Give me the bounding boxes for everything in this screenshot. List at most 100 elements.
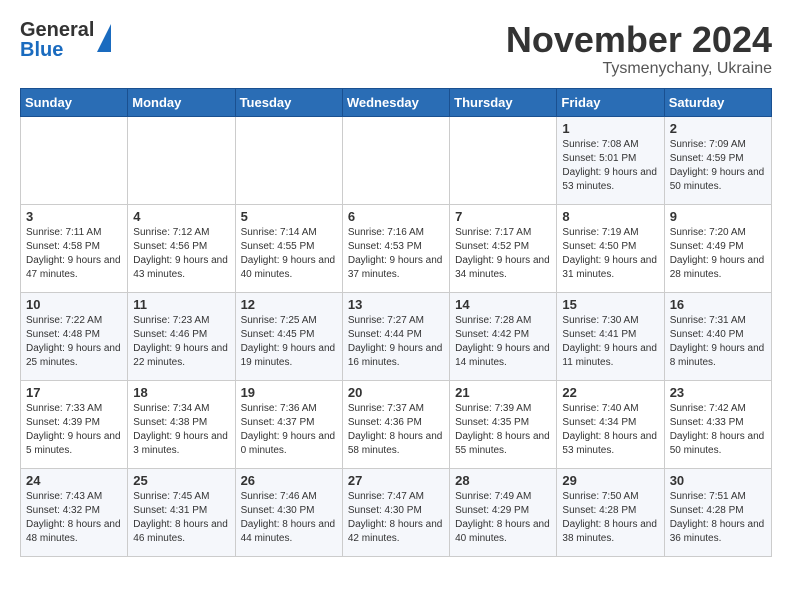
day-cell: 24 Sunrise: 7:43 AM Sunset: 4:32 PM Dayli… <box>21 468 128 556</box>
day-cell: 30Sunrise: 7:51 AM Sunset: 4:28 PM Dayli… <box>664 468 771 556</box>
day-number: 16 <box>670 297 766 312</box>
day-cell: 26 Sunrise: 7:46 AM Sunset: 4:30 PM Dayli… <box>235 468 342 556</box>
header-thursday: Thursday <box>450 88 557 116</box>
day-cell: 21Sunrise: 7:39 AM Sunset: 4:35 PM Dayli… <box>450 380 557 468</box>
day-cell: 4Sunrise: 7:12 AM Sunset: 4:56 PM Daylig… <box>128 204 235 292</box>
day-cell <box>342 116 449 204</box>
week-row-0: 1 Sunrise: 7:08 AM Sunset: 5:01 PM Daylig… <box>21 116 772 204</box>
day-info: Sunrise: 7:43 AM Sunset: 4:32 PM Dayligh… <box>26 490 122 546</box>
day-number: 25 <box>133 473 229 488</box>
day-cell: 11Sunrise: 7:23 AM Sunset: 4:46 PM Dayli… <box>128 292 235 380</box>
day-cell: 5 Sunrise: 7:14 AM Sunset: 4:55 PM Daylig… <box>235 204 342 292</box>
day-info: Sunrise: 7:36 AM Sunset: 4:37 PM Dayligh… <box>241 402 337 458</box>
day-number: 3 <box>26 209 122 224</box>
week-row-1: 3 Sunrise: 7:11 AM Sunset: 4:58 PM Daylig… <box>21 204 772 292</box>
day-info: Sunrise: 7:19 AM Sunset: 4:50 PM Dayligh… <box>562 226 658 282</box>
header-friday: Friday <box>557 88 664 116</box>
day-number: 7 <box>455 209 551 224</box>
day-number: 13 <box>348 297 444 312</box>
day-number: 23 <box>670 385 766 400</box>
day-info: Sunrise: 7:37 AM Sunset: 4:36 PM Dayligh… <box>348 402 444 458</box>
day-info: Sunrise: 7:09 AM Sunset: 4:59 PM Dayligh… <box>670 138 766 194</box>
day-cell: 6Sunrise: 7:16 AM Sunset: 4:53 PM Daylig… <box>342 204 449 292</box>
page-header: General Blue November 2024 Tysmenychany,… <box>20 20 772 78</box>
day-cell: 12 Sunrise: 7:25 AM Sunset: 4:45 PM Dayli… <box>235 292 342 380</box>
day-number: 5 <box>241 209 337 224</box>
day-info: Sunrise: 7:22 AM Sunset: 4:48 PM Dayligh… <box>26 314 122 370</box>
day-number: 20 <box>348 385 444 400</box>
day-cell: 15Sunrise: 7:30 AM Sunset: 4:41 PM Dayli… <box>557 292 664 380</box>
day-info: Sunrise: 7:08 AM Sunset: 5:01 PM Dayligh… <box>562 138 658 194</box>
day-cell: 16 Sunrise: 7:31 AM Sunset: 4:40 PM Dayli… <box>664 292 771 380</box>
day-cell: 28 Sunrise: 7:49 AM Sunset: 4:29 PM Dayli… <box>450 468 557 556</box>
day-cell: 27Sunrise: 7:47 AM Sunset: 4:30 PM Dayli… <box>342 468 449 556</box>
day-info: Sunrise: 7:28 AM Sunset: 4:42 PM Dayligh… <box>455 314 551 370</box>
week-row-3: 17Sunrise: 7:33 AM Sunset: 4:39 PM Dayli… <box>21 380 772 468</box>
day-info: Sunrise: 7:51 AM Sunset: 4:28 PM Dayligh… <box>670 490 766 546</box>
logo-icon <box>97 24 111 52</box>
day-cell: 20 Sunrise: 7:37 AM Sunset: 4:36 PM Dayli… <box>342 380 449 468</box>
day-cell: 3 Sunrise: 7:11 AM Sunset: 4:58 PM Daylig… <box>21 204 128 292</box>
day-info: Sunrise: 7:20 AM Sunset: 4:49 PM Dayligh… <box>670 226 766 282</box>
day-number: 6 <box>348 209 444 224</box>
header-monday: Monday <box>128 88 235 116</box>
day-info: Sunrise: 7:31 AM Sunset: 4:40 PM Dayligh… <box>670 314 766 370</box>
day-info: Sunrise: 7:40 AM Sunset: 4:34 PM Dayligh… <box>562 402 658 458</box>
day-cell: 9Sunrise: 7:20 AM Sunset: 4:49 PM Daylig… <box>664 204 771 292</box>
day-cell: 19Sunrise: 7:36 AM Sunset: 4:37 PM Dayli… <box>235 380 342 468</box>
day-info: Sunrise: 7:50 AM Sunset: 4:28 PM Dayligh… <box>562 490 658 546</box>
header-tuesday: Tuesday <box>235 88 342 116</box>
header-saturday: Saturday <box>664 88 771 116</box>
day-number: 4 <box>133 209 229 224</box>
week-row-2: 10 Sunrise: 7:22 AM Sunset: 4:48 PM Dayli… <box>21 292 772 380</box>
day-cell: 8 Sunrise: 7:19 AM Sunset: 4:50 PM Daylig… <box>557 204 664 292</box>
title-block: November 2024 Tysmenychany, Ukraine <box>506 20 772 78</box>
day-cell: 13 Sunrise: 7:27 AM Sunset: 4:44 PM Dayli… <box>342 292 449 380</box>
day-cell: 18 Sunrise: 7:34 AM Sunset: 4:38 PM Dayli… <box>128 380 235 468</box>
day-number: 29 <box>562 473 658 488</box>
day-cell: 10 Sunrise: 7:22 AM Sunset: 4:48 PM Dayli… <box>21 292 128 380</box>
day-info: Sunrise: 7:34 AM Sunset: 4:38 PM Dayligh… <box>133 402 229 458</box>
day-number: 18 <box>133 385 229 400</box>
logo: General Blue <box>20 20 111 60</box>
day-cell <box>128 116 235 204</box>
day-number: 10 <box>26 297 122 312</box>
day-info: Sunrise: 7:23 AM Sunset: 4:46 PM Dayligh… <box>133 314 229 370</box>
logo-general: General <box>20 20 94 40</box>
day-number: 12 <box>241 297 337 312</box>
location: Tysmenychany, Ukraine <box>506 60 772 78</box>
day-info: Sunrise: 7:49 AM Sunset: 4:29 PM Dayligh… <box>455 490 551 546</box>
day-cell <box>21 116 128 204</box>
day-number: 28 <box>455 473 551 488</box>
header-sunday: Sunday <box>21 88 128 116</box>
day-info: Sunrise: 7:47 AM Sunset: 4:30 PM Dayligh… <box>348 490 444 546</box>
day-info: Sunrise: 7:30 AM Sunset: 4:41 PM Dayligh… <box>562 314 658 370</box>
logo-name: General Blue <box>20 20 94 60</box>
day-cell <box>450 116 557 204</box>
day-info: Sunrise: 7:46 AM Sunset: 4:30 PM Dayligh… <box>241 490 337 546</box>
day-number: 1 <box>562 121 658 136</box>
day-number: 2 <box>670 121 766 136</box>
day-cell <box>235 116 342 204</box>
day-info: Sunrise: 7:39 AM Sunset: 4:35 PM Dayligh… <box>455 402 551 458</box>
day-info: Sunrise: 7:25 AM Sunset: 4:45 PM Dayligh… <box>241 314 337 370</box>
day-number: 17 <box>26 385 122 400</box>
day-info: Sunrise: 7:27 AM Sunset: 4:44 PM Dayligh… <box>348 314 444 370</box>
day-number: 8 <box>562 209 658 224</box>
day-number: 26 <box>241 473 337 488</box>
day-info: Sunrise: 7:14 AM Sunset: 4:55 PM Dayligh… <box>241 226 337 282</box>
day-cell: 1 Sunrise: 7:08 AM Sunset: 5:01 PM Daylig… <box>557 116 664 204</box>
day-cell: 25Sunrise: 7:45 AM Sunset: 4:31 PM Dayli… <box>128 468 235 556</box>
day-info: Sunrise: 7:42 AM Sunset: 4:33 PM Dayligh… <box>670 402 766 458</box>
day-cell: 22 Sunrise: 7:40 AM Sunset: 4:34 PM Dayli… <box>557 380 664 468</box>
week-row-4: 24 Sunrise: 7:43 AM Sunset: 4:32 PM Dayli… <box>21 468 772 556</box>
logo-blue: Blue <box>20 40 94 60</box>
day-number: 22 <box>562 385 658 400</box>
day-cell: 2 Sunrise: 7:09 AM Sunset: 4:59 PM Daylig… <box>664 116 771 204</box>
day-number: 24 <box>26 473 122 488</box>
day-info: Sunrise: 7:11 AM Sunset: 4:58 PM Dayligh… <box>26 226 122 282</box>
day-cell: 23 Sunrise: 7:42 AM Sunset: 4:33 PM Dayli… <box>664 380 771 468</box>
calendar-header-row: SundayMondayTuesdayWednesdayThursdayFrid… <box>21 88 772 116</box>
day-cell: 29 Sunrise: 7:50 AM Sunset: 4:28 PM Dayli… <box>557 468 664 556</box>
day-cell: 14Sunrise: 7:28 AM Sunset: 4:42 PM Dayli… <box>450 292 557 380</box>
